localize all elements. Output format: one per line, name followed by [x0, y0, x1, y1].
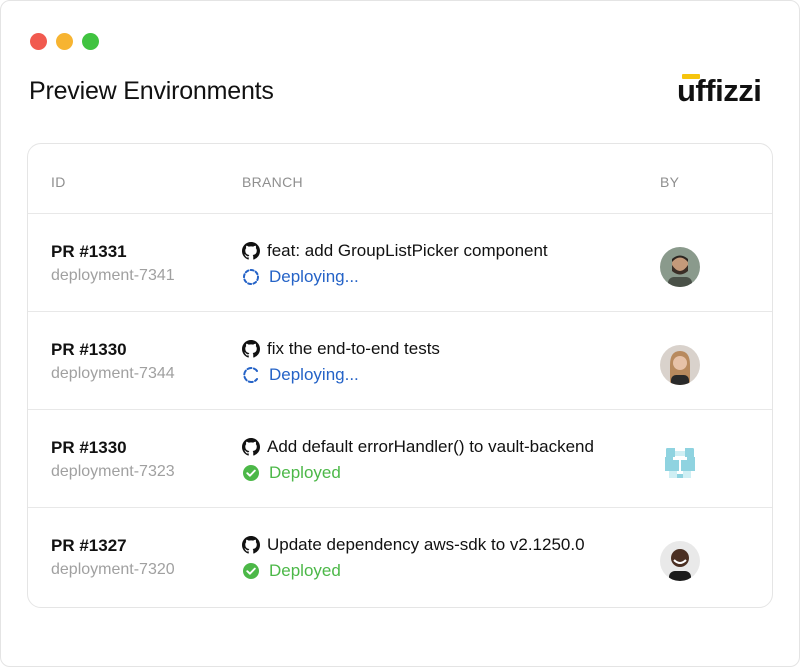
commit[interactable]: feat: add GroupListPicker component	[242, 241, 548, 261]
window-controls	[30, 33, 99, 50]
table-row[interactable]: PR #1327 deployment-7320 Update dependen…	[28, 508, 772, 606]
table-row[interactable]: PR #1330 deployment-7344 fix the end-to-…	[28, 312, 772, 410]
check-circle-icon	[243, 465, 259, 481]
github-icon	[242, 340, 260, 358]
github-icon	[242, 536, 260, 554]
commit[interactable]: Add default errorHandler() to vault-back…	[242, 437, 594, 457]
minimize-window-button[interactable]	[56, 33, 73, 50]
status-text: Deployed	[269, 561, 341, 580]
maximize-window-button[interactable]	[82, 33, 99, 50]
pr-number[interactable]: PR #1327	[51, 536, 127, 556]
status-text: Deployed	[269, 463, 341, 482]
environments-table: ID BRANCH BY PR #1331 deployment-7341 fe…	[27, 143, 773, 608]
page-title: Preview Environments	[29, 77, 274, 105]
deployment-id: deployment-7320	[51, 561, 175, 578]
column-header-branch[interactable]: BRANCH	[242, 174, 303, 190]
commit-message: Update dependency aws-sdk to v2.1250.0	[267, 535, 585, 554]
table-row[interactable]: PR #1330 deployment-7323 Add default err…	[28, 410, 772, 508]
status-badge: Deploying...	[242, 267, 359, 287]
commit-message: Add default errorHandler() to vault-back…	[267, 437, 594, 456]
column-header-by[interactable]: BY	[660, 174, 679, 190]
status-text: Deploying...	[269, 267, 359, 286]
deployment-id: deployment-7323	[51, 463, 175, 480]
check-circle-icon	[243, 563, 259, 579]
status-badge: Deployed	[242, 561, 341, 581]
deployment-id: deployment-7341	[51, 267, 175, 284]
pr-number[interactable]: PR #1331	[51, 242, 127, 262]
avatar[interactable]	[660, 443, 700, 483]
table-row[interactable]: PR #1331 deployment-7341 feat: add Group…	[28, 214, 772, 312]
status-badge: Deploying...	[242, 365, 359, 385]
uffizzi-logo[interactable]: uffizzi	[677, 73, 762, 109]
github-icon	[242, 438, 260, 456]
avatar[interactable]	[660, 345, 700, 385]
status-badge: Deployed	[242, 463, 341, 483]
spinner-icon	[243, 367, 258, 383]
spinner-icon	[243, 269, 259, 285]
deployment-id: deployment-7344	[51, 365, 175, 382]
status-text: Deploying...	[269, 365, 359, 384]
app-window: Preview Environments uffizzi ID BRANCH B…	[0, 0, 800, 667]
avatar[interactable]	[660, 541, 700, 581]
pr-number[interactable]: PR #1330	[51, 438, 127, 458]
pr-number[interactable]: PR #1330	[51, 340, 127, 360]
github-icon	[242, 242, 260, 260]
table-header: ID BRANCH BY	[28, 144, 772, 214]
commit-message: fix the end-to-end tests	[267, 339, 440, 358]
close-window-button[interactable]	[30, 33, 47, 50]
commit[interactable]: Update dependency aws-sdk to v2.1250.0	[242, 535, 585, 555]
avatar[interactable]	[660, 247, 700, 287]
commit-message: feat: add GroupListPicker component	[267, 241, 548, 260]
column-header-id[interactable]: ID	[51, 174, 66, 190]
commit[interactable]: fix the end-to-end tests	[242, 339, 440, 359]
